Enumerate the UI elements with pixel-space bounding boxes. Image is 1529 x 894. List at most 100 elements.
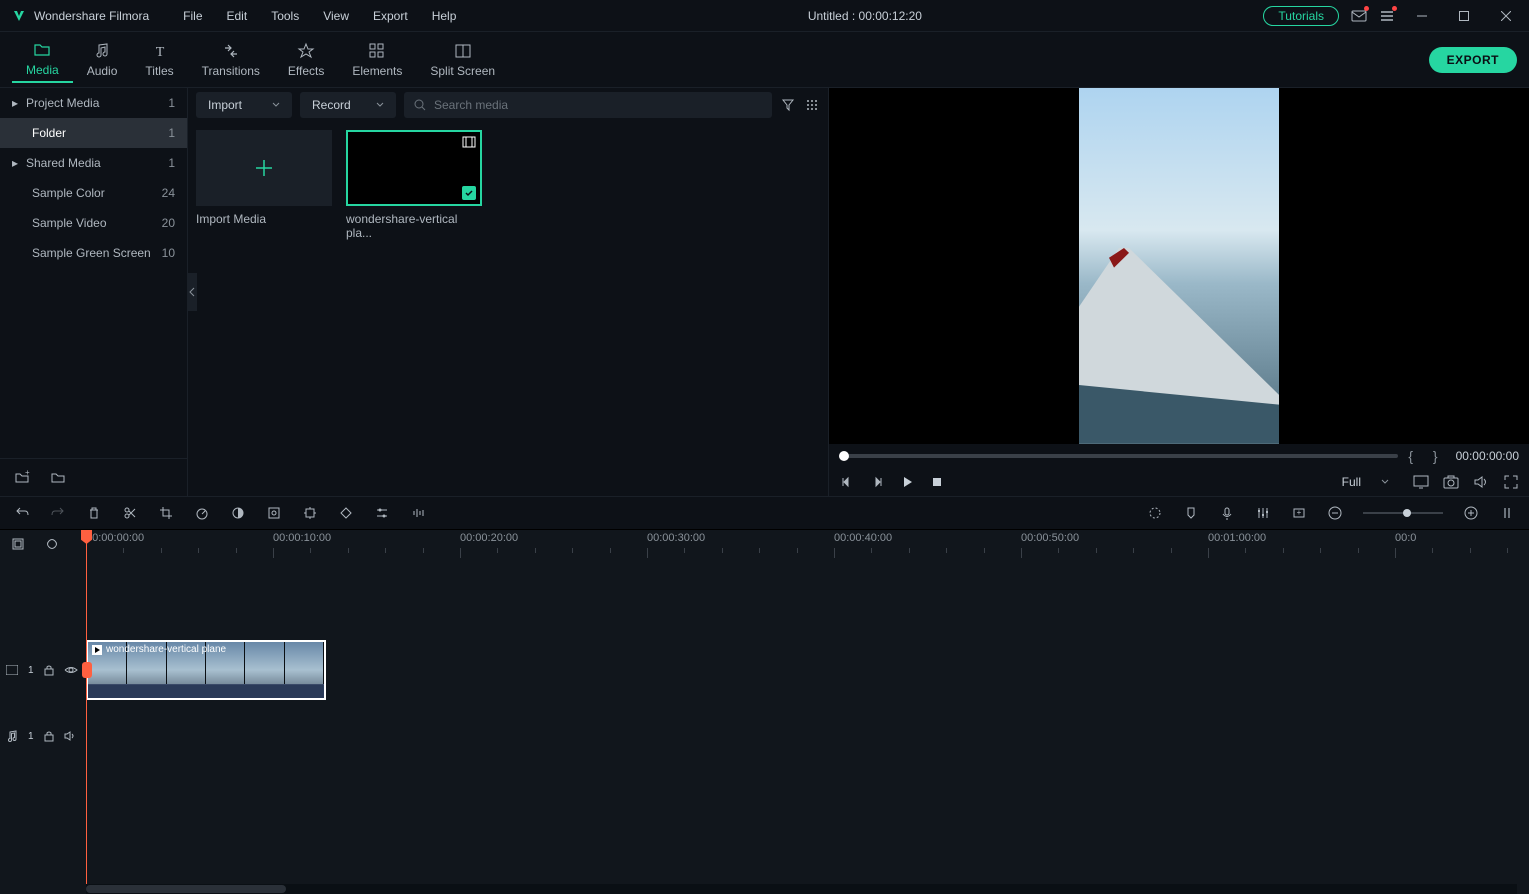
lock-icon[interactable] (44, 730, 54, 742)
greenscreen-icon[interactable] (266, 505, 282, 521)
sidebar-item-sample-green-screen[interactable]: Sample Green Screen 10 (0, 238, 187, 268)
play-icon[interactable] (899, 474, 915, 490)
menu-help[interactable]: Help (422, 5, 467, 27)
mute-icon[interactable] (64, 731, 76, 741)
playhead[interactable] (86, 530, 87, 884)
tasks-icon[interactable] (1379, 8, 1395, 24)
motion-icon[interactable] (302, 505, 318, 521)
keyframe-icon[interactable] (338, 505, 354, 521)
preview-seek-bar[interactable]: { } 00:00:00:00 (829, 444, 1529, 467)
display-icon[interactable] (1413, 474, 1429, 490)
chevron-down-icon (1381, 479, 1389, 485)
mixer-icon[interactable] (1255, 505, 1271, 521)
sidebar: ▸Project Media 1 Folder 1 ▸Shared Media … (0, 88, 188, 496)
menu-tools[interactable]: Tools (261, 5, 309, 27)
maximize-button[interactable] (1449, 6, 1479, 26)
split-icon[interactable] (122, 505, 138, 521)
import-dropdown[interactable]: Import (196, 92, 292, 118)
tab-audio[interactable]: Audio (73, 38, 132, 82)
timeline-ruler[interactable]: 00:00:00:0000:00:10:0000:00:20:0000:00:3… (0, 530, 1529, 562)
zoom-slider[interactable] (1363, 512, 1443, 514)
search-box[interactable] (404, 92, 772, 118)
ruler-label: 00:00:20:00 (460, 532, 518, 544)
horizontal-scrollbar[interactable] (86, 884, 1517, 894)
tab-transitions[interactable]: Transitions (188, 38, 274, 82)
audio-track-header: 1 (6, 730, 76, 742)
tutorials-button[interactable]: Tutorials (1263, 6, 1339, 26)
clip-audio-strip[interactable] (88, 684, 324, 698)
app-name: Wondershare Filmora (34, 9, 149, 23)
tab-media[interactable]: Media (12, 37, 73, 83)
sidebar-item-sample-video[interactable]: Sample Video 20 (0, 208, 187, 238)
search-input[interactable] (434, 98, 762, 112)
sidebar-item-folder[interactable]: Folder 1 (0, 118, 187, 148)
step-forward-icon[interactable] (869, 474, 885, 490)
resolution-dropdown[interactable]: Full (1332, 473, 1399, 491)
marker-icon[interactable] (1183, 505, 1199, 521)
audio-adjust-icon[interactable] (410, 505, 426, 521)
tab-effects[interactable]: Effects (274, 38, 338, 82)
zoom-fit-icon[interactable] (1499, 505, 1515, 521)
voiceover-icon[interactable] (1219, 505, 1235, 521)
lock-icon[interactable] (44, 664, 54, 676)
crop-icon[interactable] (158, 505, 174, 521)
visibility-icon[interactable] (64, 665, 78, 675)
snapshot-icon[interactable] (1443, 474, 1459, 490)
color-icon[interactable] (230, 505, 246, 521)
grid-view-icon[interactable] (804, 97, 820, 113)
undo-icon[interactable] (14, 505, 30, 521)
fullscreen-icon[interactable] (1503, 474, 1519, 490)
titlebar: Wondershare Filmora File Edit Tools View… (0, 0, 1529, 32)
ruler-label: 00:00:30:00 (647, 532, 705, 544)
track-manager-icon[interactable] (10, 536, 26, 552)
zoom-out-icon[interactable] (1327, 505, 1343, 521)
import-media-tile[interactable]: Import Media (196, 130, 332, 240)
auto-ripple-icon[interactable] (44, 536, 60, 552)
sidebar-count: 1 (168, 156, 175, 170)
svg-text:T: T (155, 45, 164, 60)
minimize-button[interactable] (1407, 6, 1437, 26)
new-folder-icon[interactable]: + (14, 470, 30, 486)
preview-viewport[interactable] (829, 88, 1529, 444)
tab-titles[interactable]: T Titles (131, 38, 187, 82)
search-icon (414, 99, 426, 111)
seek-thumb[interactable] (839, 451, 849, 461)
speed-icon[interactable] (194, 505, 210, 521)
time-readout: 00:00:00:00 (1456, 449, 1519, 463)
export-button[interactable]: EXPORT (1429, 47, 1517, 73)
timeline-clip[interactable]: wondershare-vertical plane (86, 640, 326, 700)
menu-export[interactable]: Export (363, 5, 418, 27)
tab-splitscreen[interactable]: Split Screen (416, 38, 509, 82)
stop-icon[interactable] (929, 474, 945, 490)
tab-elements[interactable]: Elements (338, 38, 416, 82)
plus-icon (252, 156, 276, 180)
redo-icon[interactable] (50, 505, 66, 521)
splitscreen-icon (454, 42, 472, 60)
volume-icon[interactable] (1473, 474, 1489, 490)
sidebar-item-shared-media[interactable]: ▸Shared Media 1 (0, 148, 187, 178)
add-track-icon[interactable]: + (1291, 505, 1307, 521)
render-preview-icon[interactable] (1147, 505, 1163, 521)
zoom-in-icon[interactable] (1463, 505, 1479, 521)
clip-handle-left[interactable] (82, 662, 92, 678)
sidebar-item-sample-color[interactable]: Sample Color 24 (0, 178, 187, 208)
record-dropdown[interactable]: Record (300, 92, 396, 118)
delete-icon[interactable] (86, 505, 102, 521)
collapse-sidebar-handle[interactable] (187, 273, 197, 311)
menu-file[interactable]: File (173, 5, 212, 27)
mark-brackets[interactable]: { } (1408, 448, 1445, 464)
messages-icon[interactable] (1351, 8, 1367, 24)
filter-icon[interactable] (780, 97, 796, 113)
sidebar-item-project-media[interactable]: ▸Project Media 1 (0, 88, 187, 118)
folder-icon[interactable] (50, 470, 66, 486)
timeline[interactable]: 00:00:00:0000:00:10:0000:00:20:0000:00:3… (0, 530, 1529, 894)
adjustments-icon[interactable] (374, 505, 390, 521)
seek-track[interactable] (839, 454, 1398, 458)
menu-view[interactable]: View (313, 5, 359, 27)
zoom-thumb[interactable] (1403, 509, 1411, 517)
close-button[interactable] (1491, 6, 1521, 26)
step-back-icon[interactable] (839, 474, 855, 490)
tab-elements-label: Elements (352, 64, 402, 78)
media-clip-tile[interactable]: wondershare-vertical pla... (346, 130, 482, 240)
menu-edit[interactable]: Edit (217, 5, 258, 27)
